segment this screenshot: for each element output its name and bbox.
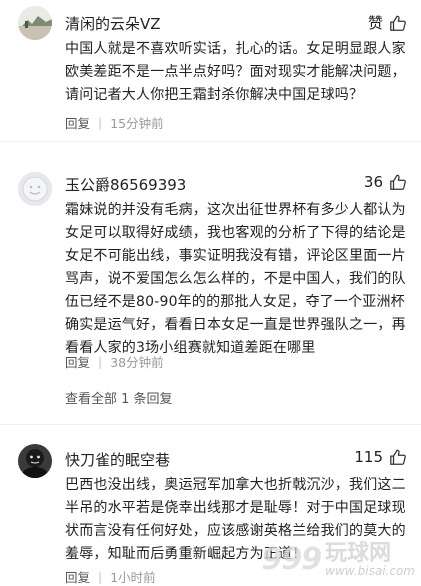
timestamp: 38分钟前 bbox=[110, 355, 164, 370]
like-count: 赞 bbox=[367, 14, 383, 32]
username[interactable]: 清闲的云朵VZ bbox=[65, 13, 161, 34]
comment-item: 玉公爵86569393 36 霜妹说的并没有毛病，这次出征世界杯有多少人都认为女… bbox=[0, 142, 421, 424]
comment-meta: 回复 | 38分钟前 bbox=[65, 352, 164, 371]
comment-item: 清闲的云朵VZ 赞 中国人就是不喜欢听实话，扎心的话。女足明显跟人家欧美差距不是… bbox=[0, 0, 421, 140]
like-count: 115 bbox=[354, 448, 383, 466]
username[interactable]: 玉公爵86569393 bbox=[65, 174, 186, 195]
avatar[interactable] bbox=[18, 172, 52, 206]
comment-meta: 回复 | 1小时前 bbox=[65, 567, 156, 586]
comment-item: 快刀雀的眠空巷 115 巴西也没出线，奥运冠军加拿大也折戟沉沙，我们这二半吊的水… bbox=[0, 425, 421, 585]
like-button[interactable]: 115 bbox=[354, 448, 407, 466]
thumbs-up-icon bbox=[390, 174, 406, 190]
avatar[interactable] bbox=[18, 6, 52, 40]
username[interactable]: 快刀雀的眠空巷 bbox=[65, 449, 170, 470]
separator: | bbox=[98, 115, 103, 130]
comment-text: 中国人就是不喜欢听实话，扎心的话。女足明显跟人家欧美差距不是一点半点好吗？面对现… bbox=[65, 41, 406, 103]
reply-button[interactable]: 回复 bbox=[65, 567, 90, 586]
avatar-image bbox=[18, 444, 52, 478]
reply-button[interactable]: 回复 bbox=[65, 352, 90, 371]
like-button[interactable]: 36 bbox=[364, 173, 407, 191]
separator: | bbox=[98, 354, 103, 369]
view-all-replies-link[interactable]: 查看全部 1 条回复 bbox=[65, 388, 173, 407]
avatar-image bbox=[18, 6, 52, 40]
separator: | bbox=[98, 569, 103, 584]
like-button[interactable]: 赞 bbox=[368, 12, 407, 33]
timestamp: 15分钟前 bbox=[110, 116, 164, 131]
avatar-image bbox=[18, 172, 52, 206]
thumbs-up-icon bbox=[390, 449, 406, 465]
timestamp: 1小时前 bbox=[110, 570, 156, 585]
like-count: 36 bbox=[363, 173, 383, 191]
comment-meta: 回复 | 15分钟前 bbox=[65, 113, 164, 132]
comment-text: 霜妹说的并没有毛病，这次出征世界杯有多少人都认为女足可以取得好成绩，我也客观的分… bbox=[65, 202, 406, 356]
comment-text: 巴西也没出线，奥运冠军加拿大也折戟沉沙，我们这二半吊的水平若是侥幸出线那才是耻辱… bbox=[65, 477, 406, 562]
thumbs-up-icon bbox=[390, 15, 406, 31]
avatar[interactable] bbox=[18, 444, 52, 478]
reply-button[interactable]: 回复 bbox=[65, 113, 90, 132]
